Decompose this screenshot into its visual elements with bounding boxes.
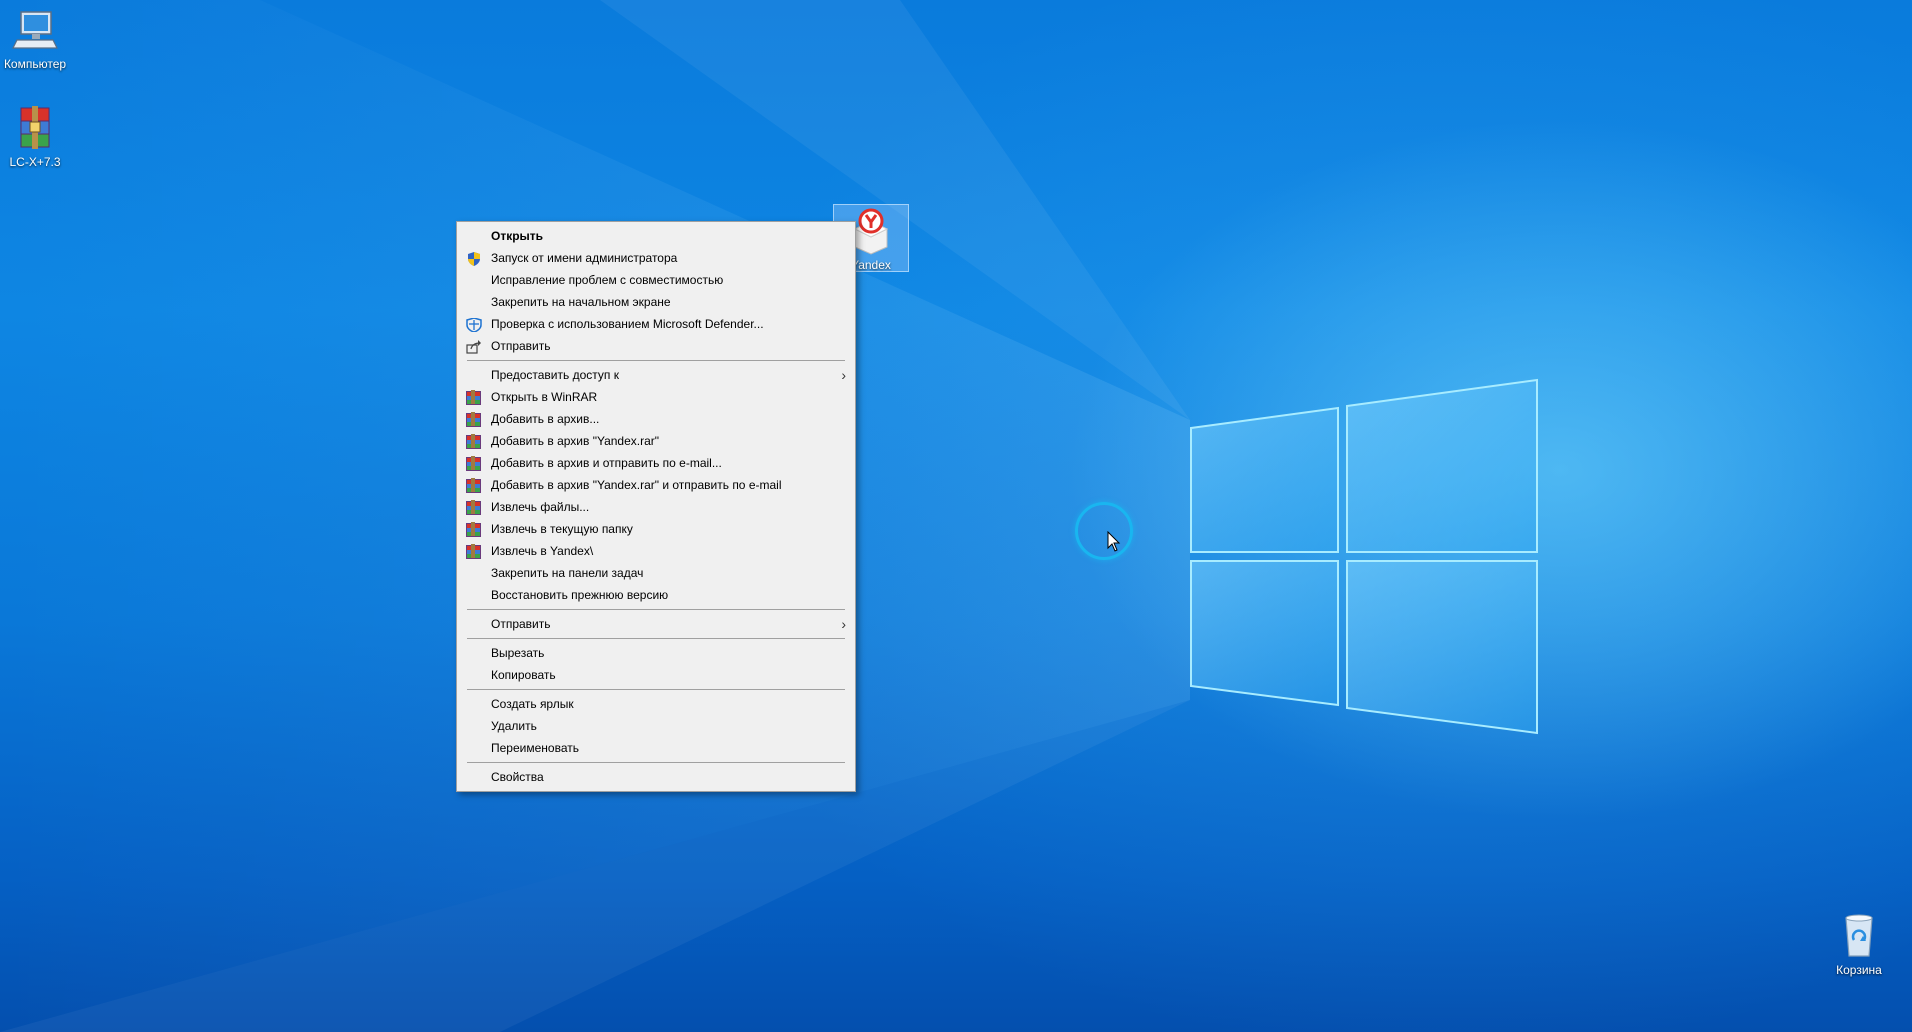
menu-item-troubleshoot-compat[interactable]: Исправление проблем с совместимостью — [457, 269, 855, 291]
recycle-bin-icon — [1835, 912, 1883, 960]
menu-item-properties[interactable]: Свойства — [457, 766, 855, 788]
busy-cursor-ring-icon — [1075, 502, 1133, 560]
menu-item-give-access[interactable]: Предоставить доступ к › — [457, 364, 855, 386]
menu-item-label: Добавить в архив и отправить по e-mail..… — [491, 456, 722, 470]
desktop-icon-label: Компьютер — [3, 57, 67, 71]
menu-item-label: Отправить — [491, 617, 551, 631]
menu-item-label: Удалить — [491, 719, 537, 733]
menu-item-label: Переименовать — [491, 741, 579, 755]
menu-item-create-shortcut[interactable]: Создать ярлык — [457, 693, 855, 715]
menu-item-label: Закрепить на панели задач — [491, 566, 644, 580]
menu-separator — [467, 762, 845, 763]
winrar-icon — [466, 456, 482, 471]
menu-item-label: Закрепить на начальном экране — [491, 295, 671, 309]
menu-item-label: Проверка с использованием Microsoft Defe… — [491, 317, 764, 331]
menu-item-add-and-email[interactable]: Добавить в архив и отправить по e-mail..… — [457, 452, 855, 474]
winrar-icon — [466, 434, 482, 449]
menu-item-cut[interactable]: Вырезать — [457, 642, 855, 664]
desktop-icon-archive[interactable]: LC-X+7.3 — [0, 104, 72, 169]
menu-item-open[interactable]: Открыть — [457, 225, 855, 247]
menu-item-label: Исправление проблем с совместимостью — [491, 273, 724, 287]
menu-item-label: Копировать — [491, 668, 556, 682]
menu-item-pin-to-start[interactable]: Закрепить на начальном экране — [457, 291, 855, 313]
menu-separator — [467, 609, 845, 610]
menu-item-delete[interactable]: Удалить — [457, 715, 855, 737]
menu-separator — [467, 360, 845, 361]
winrar-icon — [466, 544, 482, 559]
defender-icon — [466, 317, 482, 333]
menu-item-label: Добавить в архив "Yandex.rar" и отправит… — [491, 478, 782, 492]
menu-item-label: Отправить — [491, 339, 551, 353]
menu-item-send-to[interactable]: Отправить › — [457, 613, 855, 635]
menu-item-label: Вырезать — [491, 646, 545, 660]
menu-item-label: Предоставить доступ к — [491, 368, 619, 382]
winrar-archive-icon — [11, 104, 59, 152]
winrar-icon — [466, 500, 482, 515]
menu-separator — [467, 689, 845, 690]
menu-item-label: Извлечь в текущую папку — [491, 522, 633, 536]
menu-item-pin-to-taskbar[interactable]: Закрепить на панели задач — [457, 562, 855, 584]
context-menu: Открыть Запуск от имени администратора И… — [456, 221, 856, 792]
menu-item-add-to-archive[interactable]: Добавить в архив... — [457, 408, 855, 430]
menu-item-label: Открыть в WinRAR — [491, 390, 598, 404]
menu-item-label: Создать ярлык — [491, 697, 574, 711]
desktop-icon-label: Корзина — [1836, 963, 1882, 977]
menu-item-label: Запуск от имени администратора — [491, 251, 678, 265]
desktop-icon-recycle-bin[interactable]: Корзина — [1822, 912, 1896, 977]
menu-item-defender-scan[interactable]: Проверка с использованием Microsoft Defe… — [457, 313, 855, 335]
uac-shield-icon — [466, 251, 482, 266]
winrar-icon — [466, 412, 482, 427]
menu-item-rename[interactable]: Переименовать — [457, 737, 855, 759]
menu-item-extract-to-yandex[interactable]: Извлечь в Yandex\ — [457, 540, 855, 562]
mouse-pointer-icon — [1107, 530, 1121, 558]
menu-item-share[interactable]: Отправить — [457, 335, 855, 357]
menu-item-label: Открыть — [491, 229, 544, 243]
menu-item-label: Свойства — [491, 770, 544, 784]
winrar-icon — [466, 478, 482, 493]
wallpaper-windows-logo — [0, 0, 1538, 1032]
menu-item-add-to-yandex-rar[interactable]: Добавить в архив "Yandex.rar" — [457, 430, 855, 452]
menu-item-extract-here[interactable]: Извлечь в текущую папку — [457, 518, 855, 540]
desktop[interactable]: Компьютер LC-X+7.3 Yandex Корзина Открыт… — [0, 0, 1912, 1032]
share-icon — [466, 339, 482, 354]
menu-item-restore-previous-version[interactable]: Восстановить прежнюю версию — [457, 584, 855, 606]
menu-item-extract-files[interactable]: Извлечь файлы... — [457, 496, 855, 518]
menu-item-label: Извлечь в Yandex\ — [491, 544, 594, 558]
menu-item-run-as-admin[interactable]: Запуск от имени администратора — [457, 247, 855, 269]
winrar-icon — [466, 390, 482, 405]
menu-item-label: Восстановить прежнюю версию — [491, 588, 669, 602]
menu-separator — [467, 638, 845, 639]
menu-item-label: Добавить в архив... — [491, 412, 600, 426]
computer-icon — [11, 6, 59, 54]
desktop-icon-computer[interactable]: Компьютер — [0, 6, 72, 71]
menu-item-add-yandex-rar-and-email[interactable]: Добавить в архив "Yandex.rar" и отправит… — [457, 474, 855, 496]
desktop-icon-label: LC-X+7.3 — [9, 155, 61, 169]
menu-item-open-in-winrar[interactable]: Открыть в WinRAR — [457, 386, 855, 408]
chevron-right-icon: › — [841, 367, 846, 383]
chevron-right-icon: › — [841, 616, 846, 632]
menu-item-copy[interactable]: Копировать — [457, 664, 855, 686]
menu-item-label: Добавить в архив "Yandex.rar" — [491, 434, 660, 448]
menu-item-label: Извлечь файлы... — [491, 500, 590, 514]
winrar-icon — [466, 522, 482, 537]
